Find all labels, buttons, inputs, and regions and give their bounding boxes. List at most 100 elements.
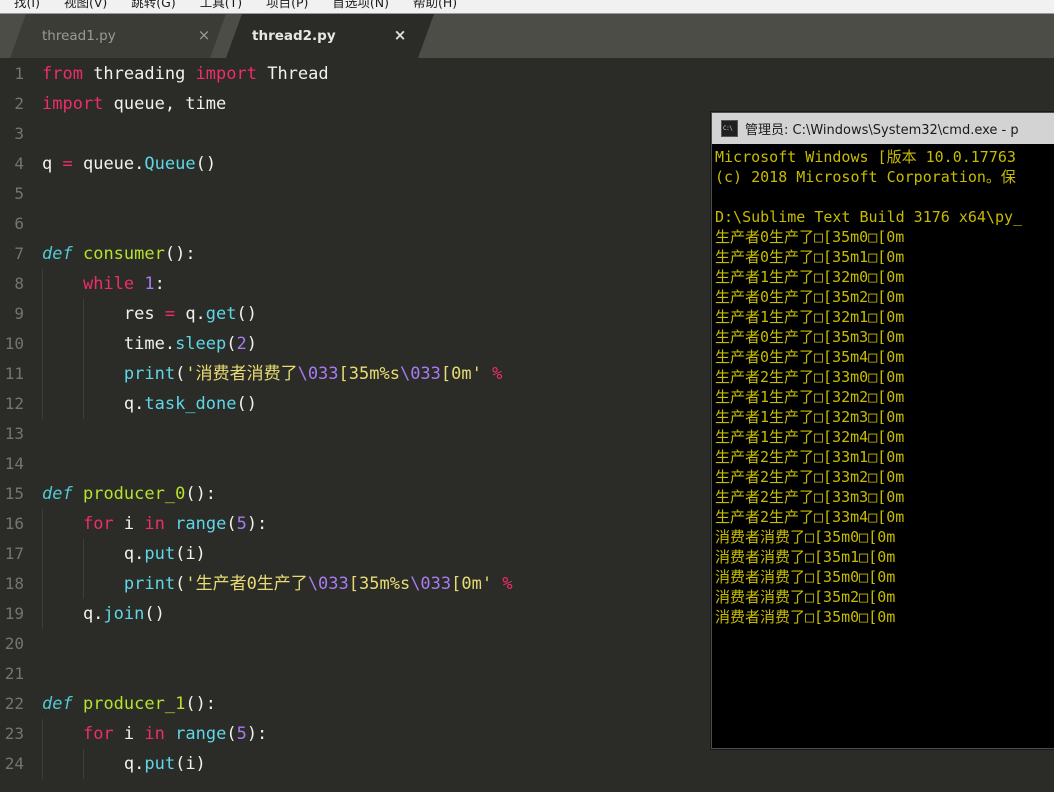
code-token: producer_1 bbox=[82, 694, 186, 714]
console-line: (c) 2018 Microsoft Corporation。保 bbox=[715, 168, 1016, 186]
code-token: q bbox=[42, 154, 63, 174]
code-line[interactable]: for i in range(5): bbox=[42, 719, 267, 749]
code-token: producer_0 bbox=[82, 484, 186, 504]
code-token: Thread bbox=[256, 64, 329, 84]
line-number: 12 bbox=[4, 394, 24, 413]
code-token: % bbox=[492, 364, 503, 384]
console-title: 管理员: C:\Windows\System32\cmd.exe - p bbox=[745, 123, 1019, 138]
code-token: \033 bbox=[399, 364, 441, 384]
console-output[interactable]: Microsoft Windows [版本 10.0.17763 (c) 2018… bbox=[713, 144, 1054, 748]
command-prompt-window[interactable]: 管理员: C:\Windows\System32\cmd.exe - p Mic… bbox=[711, 112, 1054, 749]
code-line[interactable]: q.put(i) bbox=[42, 539, 206, 569]
console-line: 生产者1生产了□[32m1□[0m bbox=[715, 308, 905, 326]
code-token: put bbox=[144, 544, 176, 564]
code-token: sleep bbox=[175, 334, 227, 354]
tab-label: thread2.py bbox=[252, 28, 336, 44]
code-line[interactable]: from threading import Thread bbox=[42, 59, 329, 89]
menu-item-tools[interactable]: 工具(T) bbox=[188, 0, 254, 13]
code-line[interactable]: def producer_1(): bbox=[42, 689, 216, 719]
code-line[interactable]: time.sleep(2) bbox=[42, 329, 257, 359]
code-line[interactable]: def consumer(): bbox=[42, 239, 196, 269]
console-line: 生产者2生产了□[33m3□[0m bbox=[715, 488, 905, 506]
code-token: 5 bbox=[236, 724, 247, 744]
console-line: 生产者0生产了□[35m2□[0m bbox=[715, 288, 905, 306]
menu-item-goto[interactable]: 跳转(G) bbox=[119, 0, 187, 13]
menu-item-help[interactable]: 帮助(H) bbox=[401, 0, 469, 13]
code-token: [0m' bbox=[440, 364, 482, 384]
menu-item-project[interactable]: 项目(P) bbox=[254, 0, 320, 13]
code-token: ( bbox=[226, 724, 237, 744]
line-number: 10 bbox=[4, 334, 24, 353]
line-number: 17 bbox=[4, 544, 24, 563]
code-token: i bbox=[113, 724, 145, 744]
editor-tab-bar: thread1.py × thread2.py × bbox=[0, 14, 1054, 58]
code-token: : bbox=[154, 274, 165, 294]
code-line[interactable]: q.put(i) bbox=[42, 749, 206, 779]
console-line: 生产者0生产了□[35m0□[0m bbox=[715, 228, 905, 246]
code-token: ( bbox=[175, 364, 186, 384]
code-token: [35m%s bbox=[348, 574, 411, 594]
console-line: 生产者2生产了□[33m4□[0m bbox=[715, 508, 905, 526]
code-token: ) bbox=[246, 334, 257, 354]
code-line[interactable]: print('消费者消费了\033[35m%s\033[0m' % bbox=[42, 359, 502, 389]
code-line[interactable]: q.task_done() bbox=[42, 389, 257, 419]
line-number: 21 bbox=[4, 664, 24, 683]
console-line: 消费者消费了□[35m0□[0m bbox=[715, 528, 896, 546]
close-icon[interactable]: × bbox=[392, 27, 408, 43]
console-line: 消费者消费了□[35m0□[0m bbox=[715, 608, 896, 626]
menu-item-edit[interactable]: 找(I) bbox=[2, 0, 52, 13]
code-token: while bbox=[82, 274, 135, 294]
console-line: 生产者2生产了□[33m0□[0m bbox=[715, 368, 905, 386]
line-number: 19 bbox=[4, 604, 24, 623]
code-token: 5 bbox=[236, 514, 247, 534]
code-token: ( bbox=[175, 574, 186, 594]
menu-bar-items: 找(I) 视图(V) 跳转(G) 工具(T) 项目(P) 首选项(N) 帮助(H… bbox=[0, 0, 469, 13]
console-line: 消费者消费了□[35m0□[0m bbox=[715, 568, 896, 586]
code-token: = bbox=[62, 154, 73, 174]
code-line[interactable]: for i in range(5): bbox=[42, 509, 267, 539]
code-token: print bbox=[123, 574, 176, 594]
console-line: 消费者消费了□[35m2□[0m bbox=[715, 588, 896, 606]
code-token: q. bbox=[42, 754, 145, 774]
code-token: q. bbox=[42, 604, 104, 624]
code-token: () bbox=[144, 604, 165, 624]
tab-thread2-py[interactable]: thread2.py × bbox=[226, 14, 434, 58]
code-token: import bbox=[42, 94, 104, 114]
code-line[interactable]: res = q.get() bbox=[42, 299, 257, 329]
code-token: join bbox=[103, 604, 145, 624]
code-token: for bbox=[82, 724, 114, 744]
code-token: get bbox=[205, 304, 237, 324]
code-token: () bbox=[195, 154, 217, 174]
code-token: \033 bbox=[410, 574, 452, 594]
code-token: q. bbox=[42, 544, 145, 564]
line-number: 24 bbox=[4, 754, 24, 773]
console-title-bar[interactable]: 管理员: C:\Windows\System32\cmd.exe - p bbox=[712, 113, 1054, 144]
code-token: consumer bbox=[82, 244, 165, 264]
tab-thread1-py[interactable]: thread1.py × bbox=[10, 14, 226, 58]
close-icon[interactable]: × bbox=[196, 27, 212, 43]
code-line[interactable]: import queue, time bbox=[42, 89, 226, 119]
line-number: 2 bbox=[14, 94, 24, 113]
code-line[interactable]: while 1: bbox=[42, 269, 165, 299]
code-line[interactable]: def producer_0(): bbox=[42, 479, 216, 509]
code-line[interactable]: print('生产者0生产了\033[35m%s\033[0m' % bbox=[42, 569, 513, 599]
menu-item-preferences[interactable]: 首选项(N) bbox=[320, 0, 401, 13]
code-token: threading bbox=[82, 64, 196, 84]
code-token: q. bbox=[175, 304, 206, 324]
code-token: % bbox=[502, 574, 513, 594]
code-token: \033 bbox=[307, 574, 349, 594]
line-number: 8 bbox=[14, 274, 24, 293]
code-line[interactable]: q = queue.Queue() bbox=[42, 149, 216, 179]
menu-item-view[interactable]: 视图(V) bbox=[52, 0, 119, 13]
code-line[interactable]: q.join() bbox=[42, 599, 165, 629]
